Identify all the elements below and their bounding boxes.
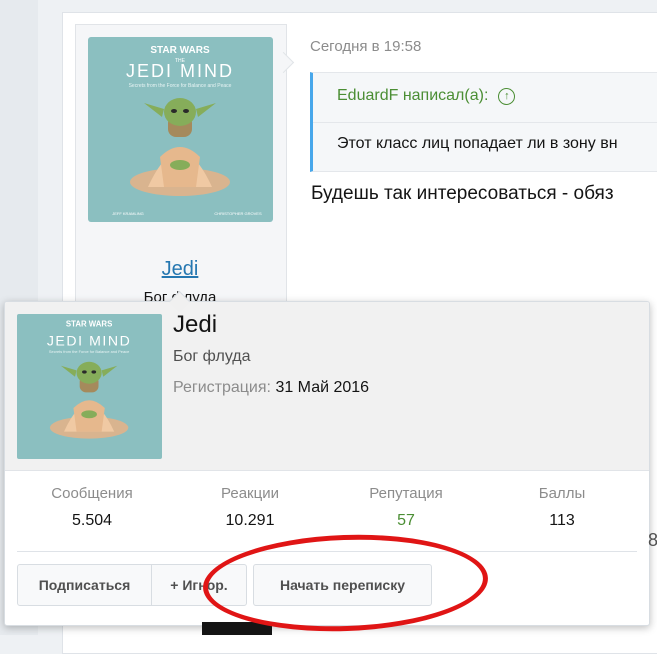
- quote-divider: [313, 122, 657, 123]
- follow-button[interactable]: Подписаться: [17, 564, 152, 606]
- stat-reputation-value: 57: [397, 512, 415, 529]
- start-conversation-button[interactable]: Начать переписку: [253, 564, 432, 606]
- svg-text:Secrets from the Force for Bal: Secrets from the Force for Balance and P…: [129, 83, 232, 89]
- ignore-button[interactable]: + Игнор.: [151, 564, 247, 606]
- tooltip-user-title: Бог флуда: [173, 348, 251, 365]
- quote-text: Этот класс лиц попадает ли в зону вн: [337, 135, 618, 152]
- stat-reputation: Репутация 57: [331, 485, 481, 530]
- user-avatar-large[interactable]: STAR WARS THE JEDI MIND Secrets from the…: [88, 37, 273, 222]
- svg-text:JEDI MIND: JEDI MIND: [47, 332, 132, 348]
- tooltip-header: STAR WARS JEDI MIND Secrets from the For…: [5, 302, 649, 471]
- background-peek-text: 8: [648, 530, 657, 550]
- svg-text:STAR WARS: STAR WARS: [66, 320, 112, 329]
- tooltip-stats: Сообщения 5.504 Реакции 10.291 Репутация…: [5, 485, 649, 545]
- tooltip-username[interactable]: Jedi: [173, 311, 217, 339]
- post-username-link[interactable]: Jedi: [75, 258, 285, 281]
- stat-reactions-value: 10.291: [225, 512, 275, 529]
- stat-messages-label: Сообщения: [51, 485, 133, 502]
- quote-block: EduardF написал(а): ↑ Этот класс лиц поп…: [310, 72, 657, 172]
- stats-divider: [17, 551, 637, 552]
- bottom-edge-block: [202, 622, 272, 635]
- registration-date: 31 Май 2016: [275, 379, 370, 396]
- stat-reactions: Реакции 10.291: [175, 485, 325, 530]
- svg-text:JEDI MIND: JEDI MIND: [126, 61, 234, 81]
- svg-text:STAR WARS: STAR WARS: [150, 45, 210, 56]
- tooltip-registration: Регистрация: 31 Май 2016: [173, 379, 369, 397]
- stat-reactions-label: Реакции: [221, 485, 279, 502]
- post-date[interactable]: Сегодня в 19:58: [310, 38, 421, 55]
- arrow-up-circle-icon[interactable]: ↑: [498, 87, 516, 105]
- quote-header[interactable]: EduardF написал(а): ↑: [337, 87, 516, 105]
- quote-author[interactable]: EduardF написал(а):: [337, 87, 488, 105]
- stat-points-value: 113: [549, 512, 575, 529]
- registration-label: Регистрация:: [173, 379, 271, 396]
- stat-messages-value: 5.504: [71, 512, 113, 529]
- member-tooltip: STAR WARS JEDI MIND Secrets from the For…: [4, 301, 650, 626]
- stat-points-label: Баллы: [538, 485, 586, 502]
- post-message: Будешь так интересоваться - обяз: [311, 183, 614, 204]
- stat-messages[interactable]: Сообщения 5.504: [17, 485, 167, 530]
- svg-text:Secrets from the Force for Bal: Secrets from the Force for Balance and P…: [49, 349, 129, 354]
- user-avatar-small[interactable]: STAR WARS JEDI MIND Secrets from the For…: [17, 314, 162, 459]
- stat-points: Баллы 113: [487, 485, 637, 530]
- svg-text:CHRISTOPHER GROVES: CHRISTOPHER GROVES: [214, 211, 262, 216]
- stat-reputation-label: Репутация: [369, 485, 443, 502]
- svg-text:JEFF KRAMLING: JEFF KRAMLING: [112, 211, 144, 216]
